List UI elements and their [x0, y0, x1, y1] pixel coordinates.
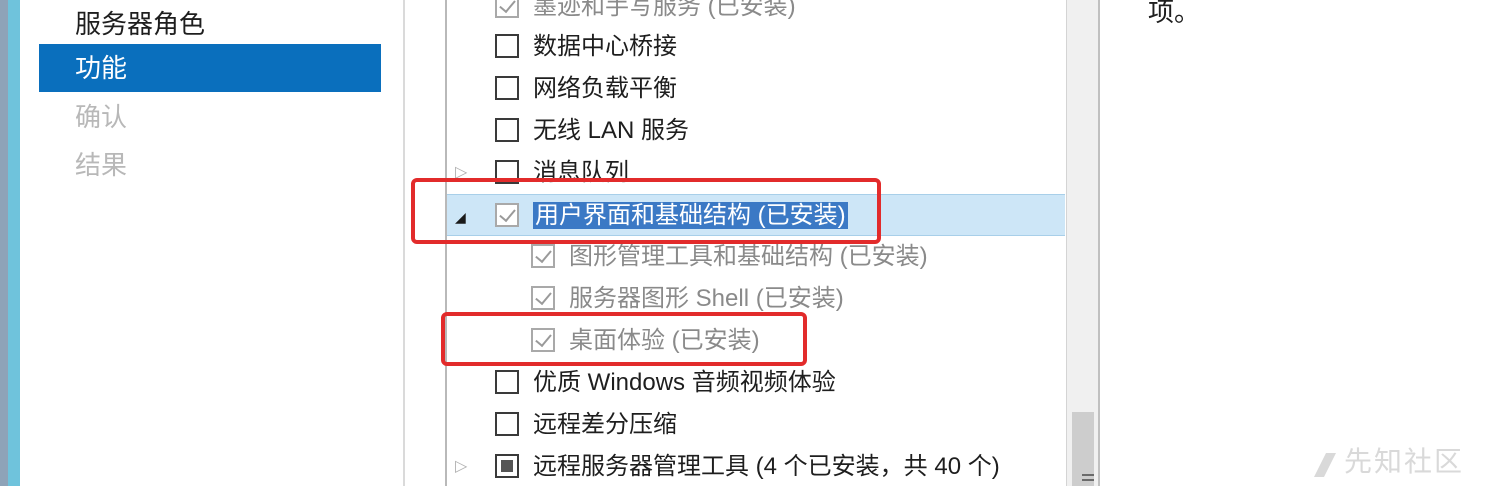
feature-checkbox[interactable]: [495, 34, 519, 58]
feature-label: 无线 LAN 服务: [533, 117, 690, 144]
pane-divider: [1098, 0, 1100, 486]
feature-checkbox: [531, 244, 555, 268]
vertical-scrollbar[interactable]: [1066, 0, 1098, 486]
feature-label: 数据中心桥接: [533, 33, 677, 60]
nav-item-server-roles[interactable]: 服务器角色: [39, 0, 381, 48]
feature-label: 远程差分压缩: [533, 411, 677, 438]
feature-label: 远程服务器管理工具 (4 个已安装，共 40 个): [533, 453, 1000, 480]
feature-label: 网络负载平衡: [533, 75, 677, 102]
window-edge: [0, 0, 8, 486]
watermark-logo-icon: [1314, 452, 1336, 477]
annotation-highlight-box: [411, 178, 881, 244]
feature-description: 项。: [1148, 0, 1201, 27]
nav-item-confirmation: 确认: [75, 102, 128, 132]
tree-row[interactable]: 数据中心桥接: [447, 26, 1065, 68]
window-edge-accent: [8, 0, 20, 486]
nav-divider: [403, 0, 405, 486]
feature-checkbox: [531, 286, 555, 310]
tree-row[interactable]: 墨迹和手写服务 (已安装): [447, 0, 1065, 28]
tree-row[interactable]: 优质 Windows 音频视频体验: [447, 362, 1065, 404]
feature-checkbox[interactable]: [495, 454, 519, 478]
watermark: 先知社区: [1312, 440, 1464, 480]
feature-checkbox: [495, 0, 519, 18]
tree-row[interactable]: ▷ 远程服务器管理工具 (4 个已安装，共 40 个): [447, 446, 1065, 488]
feature-checkbox[interactable]: [495, 412, 519, 436]
feature-checkbox[interactable]: [495, 370, 519, 394]
nav-item-features[interactable]: 功能: [39, 44, 381, 92]
tree-row[interactable]: 网络负载平衡: [447, 68, 1065, 110]
tree-row[interactable]: 远程差分压缩: [447, 404, 1065, 446]
feature-checkbox[interactable]: [495, 118, 519, 142]
feature-label: 优质 Windows 音频视频体验: [533, 369, 836, 396]
annotation-highlight-box: [441, 312, 807, 366]
feature-label: 墨迹和手写服务 (已安装): [533, 0, 796, 20]
expand-arrow-icon[interactable]: ▷: [455, 458, 469, 476]
tree-row[interactable]: 无线 LAN 服务: [447, 110, 1065, 152]
feature-checkbox[interactable]: [495, 76, 519, 100]
nav-item-results: 结果: [75, 150, 128, 180]
scroll-thumb[interactable]: [1072, 412, 1094, 486]
